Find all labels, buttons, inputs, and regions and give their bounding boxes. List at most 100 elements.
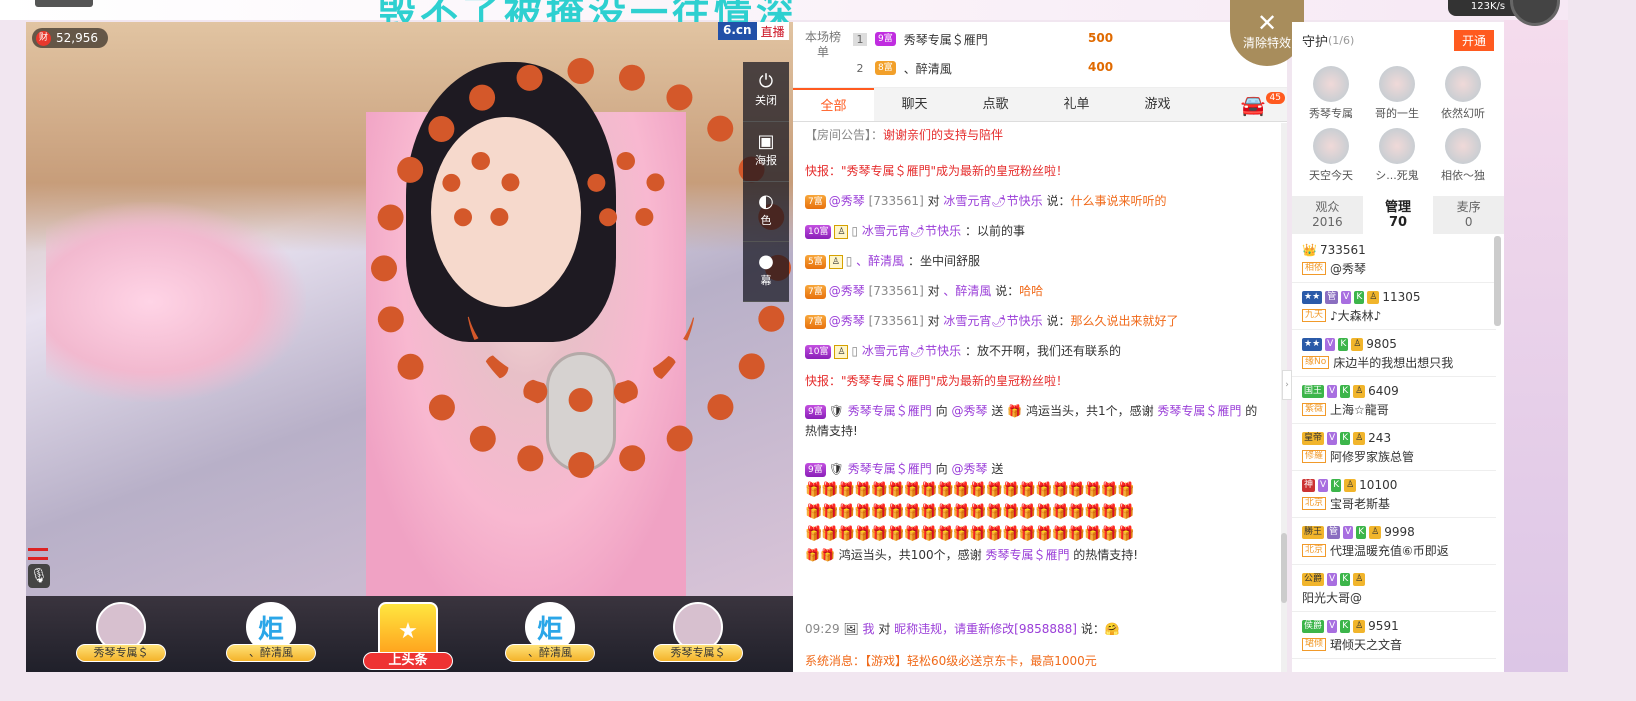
system-message[interactable]: 系统消息：【游戏】轻松60级必送京东卡，最高1000元 — [805, 651, 1267, 671]
user-list-scrollbar[interactable] — [1494, 236, 1501, 326]
mic-control[interactable]: 🎙 — [28, 548, 52, 594]
microphone-icon[interactable]: 🎙 — [28, 564, 50, 588]
list-item[interactable]: 侯爵 V K ♙ 9591 珺倾 珺倾天之文音 — [1292, 612, 1496, 659]
gift-icons: 🎁🎁🎁🎁🎁🎁🎁🎁🎁🎁🎁🎁🎁🎁🎁🎁🎁🎁🎁🎁 — [805, 482, 1135, 498]
gift-icon: 🎁 — [1007, 404, 1023, 418]
tab-admins[interactable]: 管理 70 — [1362, 196, 1434, 234]
avatar — [1313, 128, 1349, 164]
user-icon: ♙ — [834, 344, 849, 359]
headline-button[interactable]: ★ 上头条 — [363, 602, 453, 672]
gift-slot-5[interactable]: 秀琴专属＄ — [653, 602, 743, 672]
wealth-value: 52,956 — [56, 31, 98, 45]
open-guard-button[interactable]: 开通 — [1453, 29, 1494, 51]
list-item[interactable]: ★★ V K ♙ 9805 缘No 床边半的我想出想只我 — [1292, 330, 1496, 377]
tab-mic-queue[interactable]: 麦序 0 — [1433, 196, 1504, 234]
list-item[interactable]: 👑 733561 相依 @秀琴 — [1292, 236, 1496, 283]
avatar — [1313, 66, 1349, 102]
level-badge-icon: 皇帝 — [1302, 431, 1325, 445]
emoji-icon: 🤗 — [1104, 622, 1120, 636]
chat-message: 09:29 🖼 我 对 昵称违规，请重新修改[9858888] 说：🤗 — [805, 622, 1120, 636]
list-item[interactable]: 公爵 V K ♙ 阳光大哥@ — [1292, 565, 1496, 612]
video-stream[interactable] — [26, 22, 793, 596]
poster-icon: ▣ — [757, 131, 775, 152]
guard-shield-icon: 🛡 — [828, 462, 844, 476]
gift-effect-circle — [371, 58, 791, 478]
chat-message: 7富 @秀琴 [733561] 对 冰雪元宵🌶节快乐 说：那么久说出来就好了 — [805, 311, 1267, 331]
rank-coins: 500 — [1088, 31, 1114, 45]
gift-effect-eye-left — [441, 152, 521, 232]
avatar — [1379, 66, 1415, 102]
list-item[interactable]: ★★ 管 V K ♙ 11305 九天 ♪大森林♪ — [1292, 283, 1496, 330]
level-badge-icon: ★★ — [1302, 290, 1323, 304]
level-badge-icon: 国王 — [1302, 384, 1325, 398]
crown-icon: 👑 — [1302, 243, 1317, 257]
screen-icon: ● — [758, 251, 774, 272]
guard-list: 秀琴专属 哥的一生 依然幻听 天空今天 シ...死鬼 相依～独 — [1292, 58, 1504, 186]
site-logo: 6.cn 直播 — [718, 22, 789, 40]
menu-icon[interactable] — [28, 548, 48, 560]
list-item[interactable]: 勝王管 V K ♙ 9998 北京 代理温暖充值⑥币即返 — [1292, 518, 1496, 565]
tab-all[interactable]: 全部 — [793, 88, 874, 121]
user-icon: ♙ — [828, 254, 843, 269]
avatar — [1379, 128, 1415, 164]
gift-icons: 🎁🎁🎁🎁🎁🎁🎁🎁🎁🎁🎁🎁🎁🎁🎁🎁🎁🎁🎁🎁 — [805, 504, 1135, 520]
chat-message: 7富 @秀琴 [733561] 对 、醉清風 说：哈哈 — [805, 281, 1267, 301]
poster-button[interactable]: ▣ 海报 — [743, 122, 789, 182]
tab-games[interactable]: 游戏 — [1117, 88, 1198, 121]
page-background — [1504, 20, 1568, 672]
level-badge-icon: 勝王 — [1302, 525, 1325, 539]
close-video-button[interactable]: ⏻ 关闭 — [743, 62, 789, 122]
chat-message: 10富 ♙ ▯ 冰雪元宵🌶节快乐 ：放不开啊，我们还有联系的 — [805, 341, 1267, 361]
flash-news: 快报："秀琴专属＄雁門"成为最新的皇冠粉丝啦！ — [805, 164, 1069, 178]
power-icon: ⏻ — [758, 71, 774, 92]
user-list: 👑 733561 相依 @秀琴 ★★ 管 V K ♙ 11305 九天 ♪大森林♪ ★★ V K ♙ 9… — [1292, 236, 1496, 672]
car-badge: 45 — [1265, 92, 1285, 104]
flash-news: 快报："秀琴专属＄雁門"成为最新的皇冠粉丝啦！ — [805, 374, 1069, 388]
color-button[interactable]: ◐ 色 — [743, 182, 789, 242]
level-badge-icon: 侯爵 — [1302, 619, 1325, 633]
chat-message: 7富 @秀琴 [733561] 对 冰雪元宵🌶节快乐 说：什么事说来听听的 — [805, 191, 1267, 211]
room-notice: 【房间公告】：谢谢亲们的支持与陪伴 — [805, 128, 1004, 142]
wealth-badge: 财 52,956 — [32, 28, 108, 48]
tab-chat[interactable]: 聊天 — [874, 88, 955, 121]
gift-slot-4[interactable]: 炬、醉清風 — [505, 602, 595, 672]
phone-icon: ▯ — [851, 224, 859, 238]
tab-song[interactable]: 点歌 — [955, 88, 1036, 121]
rank-row[interactable]: 2 8富 、醉清風 — [853, 58, 952, 78]
image-icon: 🖼 — [843, 622, 859, 636]
chat-message: 5富 ♙ ▯ 、醉清風 ：坐中间舒服 — [805, 251, 1267, 271]
rank-coins: 400 — [1088, 60, 1114, 74]
tab-gifts[interactable]: 礼单 — [1036, 88, 1117, 121]
screen-button[interactable]: ● 幕 — [743, 242, 789, 302]
car-icon[interactable]: 🚘 45 — [1233, 88, 1285, 121]
gift-message: 9富 🛡 秀琴专属＄雁門 向 @秀琴 送 🎁 鸿运当头，共1个，感谢 秀琴专属＄雁… — [805, 404, 1258, 438]
tab-audience[interactable]: 观众 2016 — [1292, 196, 1363, 234]
plush-toy — [46, 202, 306, 402]
guard-member[interactable]: 相依～独 — [1430, 124, 1496, 186]
gift-slot-1[interactable]: 秀琴专属＄ — [76, 602, 166, 672]
guard-member[interactable]: 哥的一生 — [1364, 62, 1430, 124]
chat-panel: 本场榜单 1 9富 秀琴专属＄雁門 500 2 8富 、醉清風 400 全部 聊天 点歌… — [793, 22, 1287, 672]
avatar — [1445, 66, 1481, 102]
right-panel: 守护 (1/6) 开通 秀琴专属 哥的一生 依然幻听 天空今天 シ...死鬼 相依～… — [1292, 22, 1504, 672]
phone-icon: ▯ — [851, 344, 859, 358]
list-item[interactable]: 国王 V K ♙ 6409 紫薇 上海☆龍哥 — [1292, 377, 1496, 424]
rank-label[interactable]: 本场榜单 — [805, 30, 841, 60]
list-item[interactable]: 皇帝 V K ♙ 243 修羅 阿修罗家族总管 — [1292, 424, 1496, 471]
chat-tabs: 全部 聊天 点歌 礼单 游戏 🚘 45 — [793, 88, 1287, 122]
user-tabs: 观众 2016 管理 70 麦序 0 — [1292, 196, 1504, 234]
phone-icon: ▯ — [845, 254, 853, 268]
collapse-toggle[interactable]: › — [1282, 370, 1292, 400]
guard-member[interactable]: 秀琴专属 — [1298, 62, 1364, 124]
guard-member[interactable]: 天空今天 — [1298, 124, 1364, 186]
gift-icons: 🎁🎁 — [805, 548, 835, 562]
list-item[interactable]: 神 V K ♙ 10100 北京 宝哥老斯基 — [1292, 471, 1496, 518]
rank-row[interactable]: 1 9富 秀琴专属＄雁門 — [853, 29, 988, 49]
gift-slot-2[interactable]: 炬、醉清風 — [226, 602, 316, 672]
level-badge-icon: 神 — [1302, 478, 1316, 492]
guard-member[interactable]: シ...死鬼 — [1364, 124, 1430, 186]
guard-member[interactable]: 依然幻听 — [1430, 62, 1496, 124]
gift-icons: 🎁🎁🎁🎁🎁🎁🎁🎁🎁🎁🎁🎁🎁🎁🎁🎁🎁🎁🎁🎁 — [805, 526, 1135, 542]
chat-message: 10富 ♙ ▯ 冰雪元宵🌶节快乐 ：以前的事 — [805, 221, 1267, 241]
palette-icon: ◐ — [758, 191, 774, 212]
